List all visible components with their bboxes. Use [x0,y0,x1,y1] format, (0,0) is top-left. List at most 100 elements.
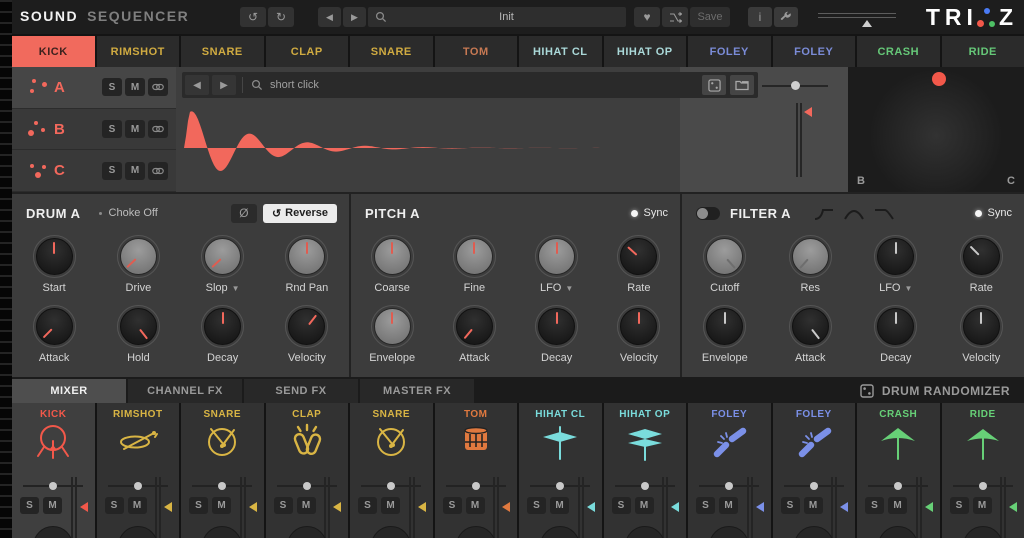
layer-solo-button[interactable]: S [102,120,122,138]
velocity-knob[interactable] [959,305,1003,348]
channel-solo-button[interactable]: S [442,497,462,514]
sample-pan-slider[interactable] [762,81,828,90]
mixer-channel-clap[interactable]: CLAP S M [265,403,348,538]
layer-row-c[interactable]: C SM [12,150,176,193]
mixer-channel-ride[interactable]: RIDE S M [941,403,1024,538]
channel-solo-button[interactable]: S [104,497,124,514]
envelope-knob[interactable] [370,305,414,348]
pan-handle[interactable] [302,482,311,490]
drum-tab-hihat-cl[interactable]: HIHAT CL [519,36,602,67]
reverse-button[interactable]: ↺ Reverse [262,203,337,223]
pan-handle[interactable] [218,482,226,490]
drum-tab-foley[interactable]: FOLEY [772,36,855,67]
channel-mute-button[interactable]: M [381,497,400,514]
layer-link-button[interactable] [148,120,168,138]
hold-knob[interactable] [116,305,160,348]
mixer-channel-foley[interactable]: FOLEY S M [688,403,771,538]
output-level-slider[interactable] [818,13,896,27]
channel-fader-knob[interactable] [202,526,243,538]
redo-button[interactable]: ↻ [268,7,294,27]
sample-level-slider[interactable] [796,103,802,177]
settings-button[interactable] [774,7,798,27]
mixer-channel-crash[interactable]: CRASH S M [857,403,940,538]
channel-level-handle-icon[interactable] [671,502,679,512]
channel-solo-button[interactable]: S [611,497,631,514]
sync-toggle[interactable]: Sync [630,207,668,219]
layer-mute-button[interactable]: M [125,78,145,97]
drum-randomizer-button[interactable]: DRUM RANDOMIZER [860,379,1010,403]
mixer-channel-kick[interactable]: KICK S M [12,403,95,538]
channel-fader-knob[interactable] [709,526,750,538]
channel-fader-knob[interactable] [540,526,581,538]
channel-mute-button[interactable]: M [888,497,907,514]
slop-knob[interactable] [201,235,245,278]
channel-level-handle-icon[interactable] [164,502,172,512]
decay-knob[interactable] [874,305,918,348]
channel-level-handle-icon[interactable] [755,502,764,512]
pan-handle[interactable] [133,482,142,490]
fine-knob[interactable] [452,235,496,278]
pan-handle[interactable] [791,81,800,90]
channel-level-handle-icon[interactable] [924,502,933,512]
random-sample-button[interactable] [702,75,726,95]
mixer-tab-channel-fx[interactable]: CHANNEL FX [128,379,242,403]
layer-row-b[interactable]: B SM [12,108,176,151]
attack-knob[interactable] [32,305,76,348]
mixer-channel-snare[interactable]: SNARE S M [181,403,264,538]
channel-level-handle-icon[interactable] [248,502,257,512]
drum-tab-clap[interactable]: CLAP [265,36,348,67]
drum-tab-foley[interactable]: FOLEY [688,36,771,67]
channel-mute-button[interactable]: M [465,497,485,514]
sync-toggle[interactable]: Sync [974,207,1012,219]
channel-solo-button[interactable]: S [20,497,39,514]
pan-handle[interactable] [471,482,480,490]
phase-invert-button[interactable]: Ø [230,203,257,223]
channel-solo-button[interactable]: S [189,497,208,514]
layer-blend-xy-pad[interactable]: B C [848,67,1024,192]
channel-level-handle-icon[interactable] [417,502,426,512]
mixer-channel-hihat-cl[interactable]: HIHAT CL S M [519,403,602,538]
pan-handle[interactable] [387,482,395,490]
pan-handle[interactable] [809,482,818,490]
random-preset-button[interactable] [662,7,688,27]
rate-knob[interactable] [617,235,661,278]
highpass-curve-icon[interactable] [813,207,835,220]
pan-handle[interactable] [556,482,564,490]
channel-mute-button[interactable]: M [296,497,316,514]
choke-group-selector[interactable]: Choke Off [98,207,158,219]
channel-solo-button[interactable]: S [527,497,546,514]
layer-solo-button[interactable]: S [102,161,122,180]
drum-tab-ride[interactable]: RIDE [941,36,1024,67]
decay-knob[interactable] [535,305,579,348]
channel-mute-button[interactable]: M [719,497,738,514]
save-button[interactable]: Save [690,7,730,27]
info-button[interactable]: i [748,7,772,27]
next-preset-button[interactable]: ▶ [343,7,366,27]
channel-level-handle-icon[interactable] [586,502,595,512]
bandpass-curve-icon[interactable] [843,207,865,220]
sequencer-mode-label[interactable]: SEQUENCER [87,8,189,24]
pan-handle[interactable] [49,482,57,490]
channel-fader-knob[interactable] [286,526,327,538]
channel-mute-button[interactable]: M [212,497,231,514]
browse-samples-button[interactable] [730,75,754,95]
rate-knob[interactable] [959,235,1003,278]
layer-link-button[interactable] [148,161,168,180]
channel-mute-button[interactable]: M [634,497,654,514]
mixer-channel-hihat-op[interactable]: HIHAT OP S M [603,403,686,538]
drive-knob[interactable] [116,235,160,278]
channel-mute-button[interactable]: M [550,497,569,514]
channel-level-handle-icon[interactable] [333,502,341,512]
layer-solo-button[interactable]: S [102,78,122,97]
next-sample-button[interactable]: ▶ [212,75,236,95]
prev-preset-button[interactable]: ◀ [318,7,341,27]
drum-tab-hihat-op[interactable]: HIHAT OP [603,36,686,67]
pan-handle[interactable] [640,482,649,490]
channel-fader-knob[interactable] [371,526,412,538]
channel-solo-button[interactable]: S [358,497,377,514]
attack-knob[interactable] [788,305,832,348]
preset-search-field[interactable]: Init [368,7,626,27]
channel-fader-knob[interactable] [793,526,834,538]
layer-mute-button[interactable]: M [125,120,145,138]
mixer-channel-tom[interactable]: TOM S M [434,403,517,538]
